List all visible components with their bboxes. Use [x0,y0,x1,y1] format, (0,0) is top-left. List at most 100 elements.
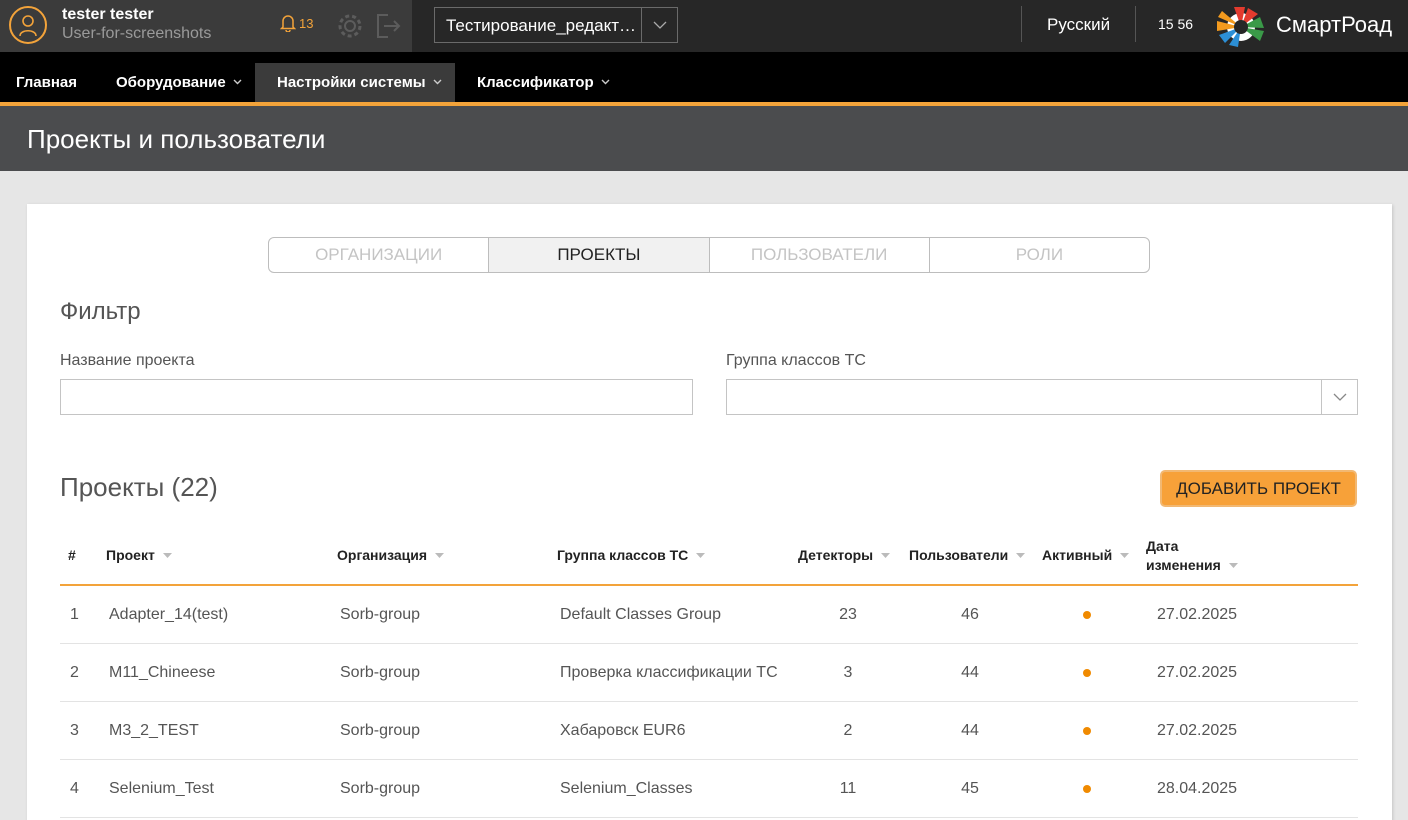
main-nav: Главная Оборудование Настройки системы К… [0,52,1408,102]
cell-date: 27.02.2025 [1157,722,1238,739]
vehicle-class-group-label: Группа классов ТС [726,352,866,369]
cell-date: 28.04.2025 [1157,780,1238,797]
nav-classifier[interactable]: Классификатор [477,63,610,102]
notification-count: 13 [299,15,314,31]
active-indicator [1083,611,1091,619]
sort-desc-icon [1016,553,1026,558]
sort-desc-icon [696,553,706,558]
cell-project: Selenium_Test [109,780,214,797]
active-indicator [1083,785,1091,793]
cell-organization: Sorb-group [340,664,421,681]
chevron-down-icon [601,79,610,85]
sort-desc-icon [1120,553,1130,558]
col-project-label: Проект [106,547,155,563]
chevron-down-icon [433,79,442,85]
logout-icon[interactable] [374,12,402,45]
divider [1135,6,1136,42]
cell-number: 4 [70,780,79,797]
nav-label: Классификатор [477,74,594,91]
tab-organizations[interactable]: ОРГАНИЗАЦИИ [269,238,490,272]
project-select[interactable]: Тестирование_редакти... [434,7,678,43]
tab-bar: ОРГАНИЗАЦИИ ПРОЕКТЫ ПОЛЬЗОВАТЕЛИ РОЛИ [268,237,1150,273]
cell-users: 44 [961,664,979,681]
cell-users: 46 [961,606,979,623]
project-name-label: Название проекта [60,352,195,369]
sort-desc-icon [435,553,445,558]
tab-projects[interactable]: ПРОЕКТЫ [489,238,710,272]
cell-number: 3 [70,722,79,739]
col-users-label: Пользователи [909,547,1009,563]
col-date-label-line1: Дата [1146,538,1179,554]
cell-date: 27.02.2025 [1157,664,1238,681]
active-indicator [1083,669,1091,677]
cell-organization: Sorb-group [340,780,421,797]
nav-home[interactable]: Главная [16,63,77,102]
cell-project: M11_Chineese [109,664,216,681]
cell-number: 2 [70,664,79,681]
content-card: ОРГАНИЗАЦИИ ПРОЕКТЫ ПОЛЬЗОВАТЕЛИ РОЛИ Фи… [27,204,1392,820]
tab-roles[interactable]: РОЛИ [930,238,1149,272]
table-row[interactable]: 2 M11_Chineese Sorb-group Проверка класс… [60,644,1358,702]
cell-organization: Sorb-group [340,722,421,739]
col-class-group[interactable]: Группа классов ТС [557,546,706,565]
sort-desc-icon [162,553,172,558]
page-title: Проекты и пользователи [27,124,326,154]
cell-class-group: Default Classes Group [560,606,721,623]
gear-icon[interactable] [336,12,364,45]
cell-project: Adapter_14(test) [109,606,229,623]
cell-class-group: Проверка классификации ТС [560,664,778,681]
cell-users: 44 [961,722,979,739]
cell-detectors: 3 [843,664,853,681]
col-organization[interactable]: Организация [337,546,445,565]
top-bar: tester tester User-for-screenshots 13 Те… [0,0,1408,52]
user-login: User-for-screenshots [62,25,212,42]
col-users[interactable]: Пользователи [909,546,1026,565]
tab-users[interactable]: ПОЛЬЗОВАТЕЛИ [710,238,930,272]
user-name: tester tester [62,6,154,23]
col-class-group-label: Группа классов ТС [557,547,689,563]
cell-number: 1 [70,606,79,623]
projects-title: Проекты (22) [60,472,218,502]
smartroad-logo-icon [1214,3,1268,54]
clock: 15 56 [1158,16,1194,32]
sort-desc-icon [881,553,891,558]
col-active[interactable]: Активный [1042,546,1130,565]
col-project[interactable]: Проект [106,546,172,565]
active-indicator [1083,727,1091,735]
col-active-label: Активный [1042,547,1113,563]
cell-users: 45 [961,780,979,797]
col-detectors-label: Детекторы [798,547,874,563]
add-project-button[interactable]: ДОБАВИТЬ ПРОЕКТ [1160,470,1357,507]
cell-date: 27.02.2025 [1157,606,1238,623]
col-detectors[interactable]: Детекторы [798,546,891,565]
table-row[interactable]: 1 Adapter_14(test) Sorb-group Default Cl… [60,586,1358,644]
nav-system-settings[interactable]: Настройки системы [255,63,455,102]
chevron-down-icon[interactable] [641,8,677,42]
cell-organization: Sorb-group [340,606,421,623]
nav-label: Главная [16,74,78,91]
col-date-label-line2: изменения [1146,557,1221,573]
user-avatar-icon[interactable] [9,6,47,44]
divider [1021,6,1022,42]
cell-detectors: 23 [839,606,857,623]
project-select-value: Тестирование_редакти... [446,16,640,35]
chevron-down-icon[interactable] [1321,380,1357,414]
table-row[interactable]: 4 Selenium_Test Sorb-group Selenium_Clas… [60,760,1358,818]
vehicle-class-group-select[interactable] [726,379,1358,415]
page-header: Проекты и пользователи [0,106,1408,171]
nav-equipment[interactable]: Оборудование [116,63,242,102]
cell-class-group: Selenium_Classes [560,780,693,797]
brand-name: СмартРоад [1276,12,1393,37]
nav-label: Настройки системы [277,74,426,91]
col-date-modified[interactable]: Дата изменения [1146,537,1238,575]
cell-detectors: 11 [839,780,857,797]
table-row[interactable]: 3 M3_2_TEST Sorb-group Хабаровск EUR6 2 … [60,702,1358,760]
chevron-down-icon [233,79,242,85]
cell-project: M3_2_TEST [109,722,199,739]
cell-class-group: Хабаровск EUR6 [560,722,686,739]
notifications-button[interactable]: 13 [280,14,313,32]
project-name-input[interactable] [60,379,693,415]
bell-icon [280,15,296,32]
language-switch[interactable]: Русский [1047,15,1110,35]
col-organization-label: Организация [337,547,428,563]
